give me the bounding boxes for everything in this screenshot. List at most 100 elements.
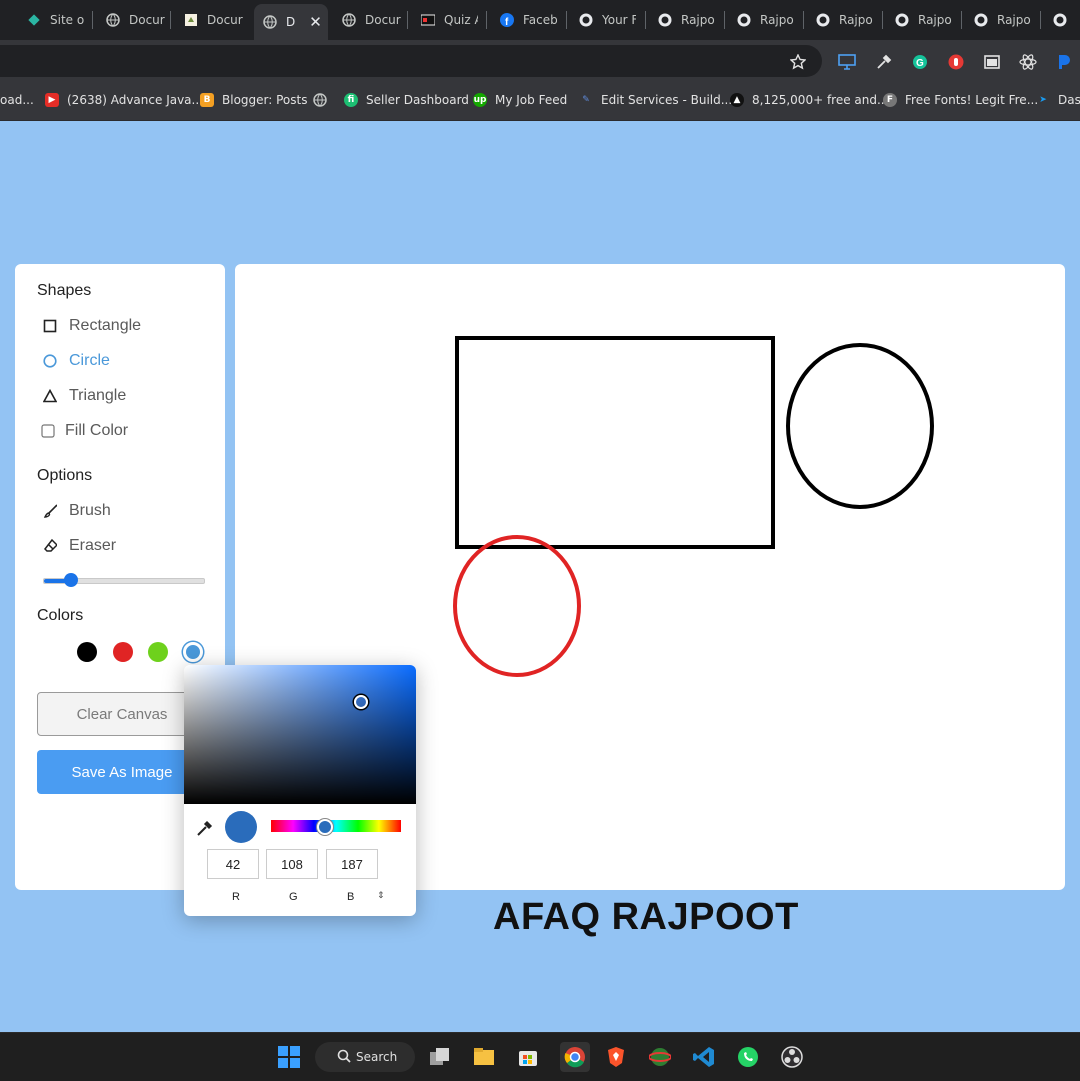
browser-tab[interactable]: Rajpo bbox=[973, 6, 1031, 34]
bookmark-item[interactable] bbox=[313, 92, 335, 108]
store-icon[interactable] bbox=[516, 1045, 540, 1069]
vector-icon: ▲ bbox=[730, 93, 744, 107]
shape-circle-option[interactable]: Circle bbox=[43, 352, 110, 370]
tab-title: Site o bbox=[50, 13, 85, 27]
shape-rectangle-option[interactable]: Rectangle bbox=[43, 317, 141, 335]
close-icon[interactable]: ✕ bbox=[309, 13, 322, 31]
format-toggle-icon[interactable]: ⇕ bbox=[377, 891, 385, 901]
bookmark-item[interactable]: oad... bbox=[0, 92, 34, 108]
cast-icon[interactable] bbox=[838, 53, 856, 71]
red-input[interactable]: 42 bbox=[207, 849, 259, 879]
eyedropper-icon[interactable] bbox=[875, 53, 893, 71]
brush-option[interactable]: Brush bbox=[43, 502, 111, 520]
whatsapp-icon[interactable] bbox=[736, 1045, 760, 1069]
youtube-icon: ▶ bbox=[45, 93, 59, 107]
star-icon[interactable] bbox=[789, 53, 807, 71]
brush-icon bbox=[43, 504, 57, 518]
save-image-button[interactable]: Save As Image bbox=[37, 750, 207, 794]
tab-separator bbox=[566, 11, 567, 29]
bookmark-label: Seller Dashboard bbox=[366, 93, 469, 107]
current-color-preview bbox=[225, 811, 257, 843]
brush-size-slider[interactable] bbox=[43, 573, 205, 587]
color-picker-swatch[interactable] bbox=[183, 642, 203, 662]
react-icon[interactable] bbox=[1019, 53, 1037, 71]
shapes-title: Shapes bbox=[37, 282, 92, 299]
globe-app-icon[interactable] bbox=[648, 1045, 672, 1069]
green-input[interactable]: 108 bbox=[266, 849, 318, 879]
upwork-icon: up bbox=[473, 93, 487, 107]
tab-separator bbox=[645, 11, 646, 29]
extension-icon[interactable] bbox=[1055, 53, 1073, 71]
color-cursor[interactable] bbox=[354, 695, 368, 709]
color-swatch-black[interactable] bbox=[77, 642, 97, 662]
color-swatch-red[interactable] bbox=[113, 642, 133, 662]
brave-icon[interactable] bbox=[604, 1045, 628, 1069]
browser-tab-active[interactable]: D ✕ bbox=[254, 4, 328, 40]
saturation-value-area[interactable] bbox=[184, 665, 416, 804]
chrome-icon[interactable] bbox=[560, 1042, 590, 1072]
tab-title: Docur bbox=[207, 13, 243, 27]
bookmark-item[interactable]: ➤ Dasl bbox=[1036, 92, 1080, 108]
eyedropper-icon[interactable] bbox=[196, 819, 214, 841]
bookmark-item[interactable]: fi Seller Dashboard bbox=[344, 92, 469, 108]
fill-color-checkbox[interactable]: Fill Color bbox=[41, 422, 128, 440]
browser-tab[interactable]: Docur bbox=[341, 6, 401, 34]
color-swatch-green[interactable] bbox=[148, 642, 168, 662]
bookmark-item[interactable]: F Free Fonts! Legit Fre... bbox=[883, 92, 1038, 108]
colors-title: Colors bbox=[37, 607, 84, 624]
shape-triangle-option[interactable]: Triangle bbox=[43, 387, 126, 405]
drawn-rectangle bbox=[455, 336, 775, 549]
browser-tab[interactable]: Your F bbox=[578, 6, 636, 34]
browser-tab[interactable]: Rajpo bbox=[894, 6, 952, 34]
file-explorer-icon[interactable] bbox=[472, 1045, 496, 1069]
hue-slider-thumb[interactable] bbox=[317, 819, 333, 835]
checkbox-icon[interactable] bbox=[41, 424, 55, 438]
slider-thumb[interactable] bbox=[64, 573, 79, 587]
eraser-icon bbox=[43, 538, 57, 553]
globe-icon bbox=[313, 93, 327, 107]
clear-canvas-button[interactable]: Clear Canvas bbox=[37, 692, 207, 736]
fonts-icon: F bbox=[883, 93, 897, 107]
tab-title: Rajpo bbox=[839, 13, 873, 27]
vscode-icon[interactable] bbox=[692, 1045, 716, 1069]
hand-icon[interactable] bbox=[947, 53, 965, 71]
browser-tab[interactable]: f Faceb bbox=[499, 6, 557, 34]
github-icon bbox=[1052, 12, 1068, 28]
bookmark-item[interactable]: B Blogger: Posts bbox=[200, 92, 307, 108]
address-bar[interactable] bbox=[0, 45, 822, 77]
browser-tab[interactable]: Quiz A bbox=[420, 6, 478, 34]
browser-tab[interactable]: Rajpo bbox=[736, 6, 794, 34]
doc-icon bbox=[183, 12, 199, 28]
bookmark-item[interactable]: ▶ (2638) Advance Java... bbox=[45, 92, 203, 108]
bookmark-item[interactable]: ✎ Edit Services - Build... bbox=[579, 92, 732, 108]
tab-separator bbox=[961, 11, 962, 29]
taskbar-search[interactable]: Search bbox=[315, 1042, 415, 1072]
tab-separator bbox=[882, 11, 883, 29]
obs-icon[interactable] bbox=[780, 1045, 804, 1069]
tab-title: D bbox=[286, 15, 296, 29]
browser-tab[interactable]: Site o bbox=[26, 6, 88, 34]
red-label: R bbox=[232, 891, 240, 903]
windows-start-icon[interactable] bbox=[277, 1045, 301, 1069]
eraser-option[interactable]: Eraser bbox=[43, 537, 116, 555]
browser-tab[interactable]: Rajpo bbox=[657, 6, 715, 34]
task-view-icon[interactable] bbox=[428, 1045, 452, 1069]
search-icon bbox=[337, 1049, 351, 1066]
blue-input[interactable]: 187 bbox=[326, 849, 378, 879]
bookmark-item[interactable]: up My Job Feed bbox=[473, 92, 567, 108]
grammarly-icon[interactable]: G bbox=[911, 53, 929, 71]
browser-tab[interactable]: Rajpo bbox=[815, 6, 873, 34]
drawn-red-circle bbox=[453, 535, 581, 677]
options-title: Options bbox=[37, 467, 93, 484]
quiz-icon bbox=[420, 12, 436, 28]
drawn-black-circle bbox=[786, 343, 934, 509]
hue-slider[interactable] bbox=[271, 820, 401, 832]
tab-separator bbox=[724, 11, 725, 29]
tab-title: Faceb bbox=[523, 13, 557, 27]
bookmark-item[interactable]: ▲ 8,125,000+ free and... bbox=[730, 92, 888, 108]
window-icon[interactable] bbox=[983, 53, 1001, 71]
browser-tab[interactable]: Docur bbox=[183, 6, 243, 34]
tab-title: Docur bbox=[129, 13, 165, 27]
browser-tab[interactable] bbox=[1052, 6, 1080, 34]
browser-tab[interactable]: Docur bbox=[105, 6, 165, 34]
